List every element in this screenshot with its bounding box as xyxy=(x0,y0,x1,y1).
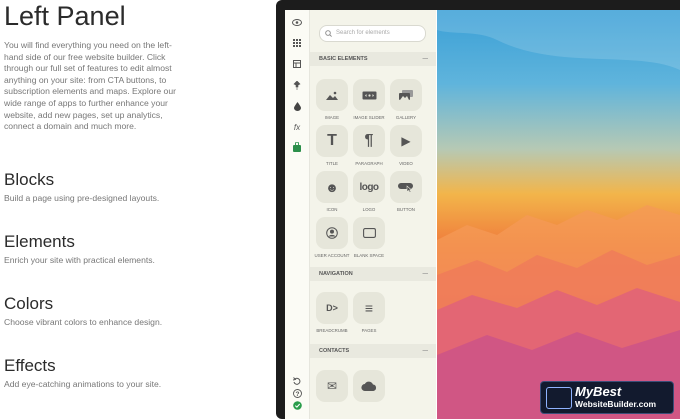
tile-breadcrumb[interactable]: D> xyxy=(316,292,348,324)
tile-title[interactable]: T xyxy=(316,125,348,157)
page-title: Left Panel xyxy=(4,1,126,31)
search-input[interactable]: Search for elements xyxy=(319,25,426,42)
feature-title-blocks: Blocks xyxy=(4,170,55,189)
feature-title-elements: Elements xyxy=(4,232,75,251)
search-placeholder: Search for elements xyxy=(336,30,390,36)
watermark-line1: MyBest xyxy=(575,384,622,399)
tile-gallery[interactable] xyxy=(390,79,422,111)
feature-title-colors: Colors xyxy=(4,294,54,313)
tile-pages[interactable]: ≡ xyxy=(353,292,385,324)
section-basic-elements[interactable]: BASIC ELEMENTS — xyxy=(310,52,436,66)
fx-icon[interactable]: fx xyxy=(289,120,305,134)
editor-icon-bar: fx ? xyxy=(285,10,310,419)
drop-icon[interactable] xyxy=(289,99,305,113)
tile-cloud[interactable] xyxy=(353,370,385,402)
svg-text:?: ? xyxy=(295,391,299,398)
section-navigation[interactable]: NAVIGATION — xyxy=(310,267,436,281)
section-title: NAVIGATION xyxy=(319,271,353,277)
section-title: CONTACTS xyxy=(319,348,350,354)
pin-icon[interactable] xyxy=(289,78,305,92)
feature-description: Left Panel You will find everything you … xyxy=(0,0,268,419)
preview-canvas xyxy=(437,10,680,419)
check-icon[interactable] xyxy=(289,398,305,412)
search-icon xyxy=(325,26,332,43)
cloud-icon xyxy=(361,381,377,391)
tile-icon[interactable]: ☻ xyxy=(316,171,348,203)
feature-desc-colors: Choose vibrant colors to enhance design. xyxy=(4,317,163,327)
image-slider-icon xyxy=(362,91,376,99)
tile-logo[interactable]: logo xyxy=(353,171,385,203)
tile-label: GALLERY xyxy=(395,115,417,120)
tile-button[interactable] xyxy=(390,171,422,203)
feature-title-effects: Effects xyxy=(4,356,56,375)
collapse-icon[interactable]: — xyxy=(423,52,429,66)
layout-icon[interactable] xyxy=(289,57,305,71)
tile-label: BLANK SPACE xyxy=(353,253,385,258)
tile-paragraph[interactable]: ¶ xyxy=(353,125,385,157)
tile-image[interactable] xyxy=(316,79,348,111)
image-icon xyxy=(326,91,338,100)
tile-user-account[interactable] xyxy=(316,217,348,249)
user-account-icon xyxy=(326,227,338,239)
gallery-icon xyxy=(399,90,413,100)
watermark-line2: WebsiteBuilder.com xyxy=(575,399,657,409)
section-title: BASIC ELEMENTS xyxy=(319,56,368,62)
tile-label: VIDEO xyxy=(399,161,413,166)
collapse-icon[interactable]: — xyxy=(423,344,429,358)
blank-space-icon xyxy=(362,228,376,238)
tile-label: PAGES xyxy=(361,328,377,333)
editor-screen: fx ? Search for elements BASIC ELEMENTS … xyxy=(285,10,680,419)
tile-image-slider[interactable] xyxy=(353,79,385,111)
feature-desc-blocks: Build a page using pre-designed layouts. xyxy=(4,193,160,203)
eye-icon[interactable] xyxy=(289,15,305,29)
browser-icon xyxy=(546,387,572,409)
tile-video[interactable]: ▶ xyxy=(390,125,422,157)
collapse-icon[interactable]: — xyxy=(423,267,429,281)
button-icon xyxy=(398,183,413,192)
feature-desc-elements: Enrich your site with practical elements… xyxy=(4,255,155,265)
bag-icon[interactable] xyxy=(289,140,305,154)
intro-paragraph: You will find everything you need on the… xyxy=(4,40,176,132)
section-contacts[interactable]: CONTACTS — xyxy=(310,344,436,358)
grid-icon[interactable] xyxy=(289,36,305,50)
watermark-logo: MyBest WebsiteBuilder.com xyxy=(540,381,674,414)
tile-email[interactable]: ✉ xyxy=(316,370,348,402)
tile-label: BUTTON xyxy=(397,207,415,212)
feature-desc-effects: Add eye-catching animations to your site… xyxy=(4,379,162,389)
elements-panel: Search for elements BASIC ELEMENTS — IMA… xyxy=(310,10,436,419)
tile-blank-space[interactable] xyxy=(353,217,385,249)
